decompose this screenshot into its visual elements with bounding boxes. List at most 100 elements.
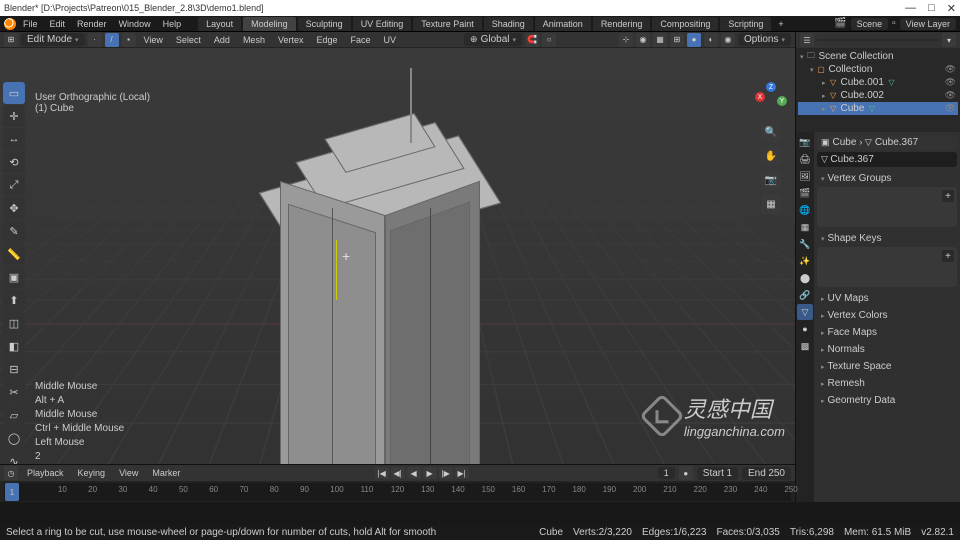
ptab-output[interactable]: 🖨 (797, 151, 813, 167)
gizmo-z-icon[interactable]: Z (766, 82, 776, 92)
ptab-scene[interactable]: 🎬 (797, 185, 813, 201)
tool-move[interactable]: ↔ (3, 128, 25, 150)
gizmo-toggle-icon[interactable]: ⊹ (619, 33, 633, 47)
editor-type-icon[interactable]: ⊞ (4, 33, 18, 47)
workspace-tab-compositing[interactable]: Compositing (652, 17, 718, 31)
panel-vertex-colors[interactable]: ▸Vertex Colors (817, 307, 957, 324)
snap-icon[interactable]: 🧲 (525, 33, 539, 47)
add-icon[interactable]: + (942, 190, 954, 202)
jump-end-icon[interactable]: ▶| (455, 467, 469, 479)
menu-file[interactable]: File (18, 18, 43, 30)
workspace-tab-modeling[interactable]: Modeling (243, 17, 296, 31)
frame-start-field[interactable]: Start 1 (697, 467, 738, 480)
camera-view-icon[interactable]: 📷 (761, 170, 781, 190)
mesh-building[interactable]: + (280, 98, 480, 464)
outliner-filter-icon[interactable]: ▾ (942, 33, 956, 47)
current-frame-field[interactable]: 1 (658, 467, 675, 479)
proportional-icon[interactable]: ○ (542, 33, 556, 47)
visibility-toggle-icon[interactable]: 👁 (945, 64, 956, 75)
shading-rendered-icon[interactable]: ◉ (721, 33, 735, 47)
tl-playback[interactable]: Playback (22, 467, 69, 479)
panel-texture-space[interactable]: ▸Texture Space (817, 358, 957, 375)
tool-bevel[interactable]: ◧ (3, 335, 25, 357)
minimize-button[interactable]: — (905, 2, 916, 15)
vertex-groups-list[interactable]: + (817, 187, 957, 227)
tool-select-box[interactable]: ▭ (3, 82, 25, 104)
menu-window[interactable]: Window (114, 18, 156, 30)
vp-menu-select[interactable]: Select (171, 34, 206, 46)
keyframe-next-icon[interactable]: |▶ (439, 467, 453, 479)
outliner-scene-collection[interactable]: ▾🗀Scene Collection (798, 50, 958, 63)
vp-menu-uv[interactable]: UV (379, 34, 402, 46)
keyframe-prev-icon[interactable]: ◀| (391, 467, 405, 479)
ptab-modifier[interactable]: 🔧 (797, 236, 813, 252)
panel-shape-keys[interactable]: ▾Shape Keys (817, 230, 957, 247)
panel-geometry-data[interactable]: ▸Geometry Data (817, 392, 957, 409)
tl-view[interactable]: View (114, 467, 143, 479)
outliner-item[interactable]: ▸▽Cube.001▽👁 (798, 76, 958, 89)
select-face-icon[interactable]: ▪ (122, 33, 136, 47)
overlay-toggle-icon[interactable]: ◉ (636, 33, 650, 47)
tool-cursor[interactable]: ✛ (3, 105, 25, 127)
viewlayer-selector[interactable]: View Layer (900, 18, 956, 30)
ptab-texture[interactable]: ▩ (797, 338, 813, 354)
tool-polybuild[interactable]: ▱ (3, 404, 25, 426)
xray-icon[interactable]: ▦ (653, 33, 667, 47)
shape-keys-list[interactable]: + (817, 247, 957, 287)
zoom-icon[interactable]: 🔍 (761, 122, 781, 142)
scene-selector[interactable]: Scene (851, 18, 889, 30)
tool-loopcut[interactable]: ⊟ (3, 358, 25, 380)
menu-edit[interactable]: Edit (45, 18, 71, 30)
select-vertex-icon[interactable]: · (88, 33, 102, 47)
options-dropdown[interactable]: Options ▾ (738, 33, 791, 46)
ptab-viewlayer[interactable]: 🖼 (797, 168, 813, 184)
workspace-tab-rendering[interactable]: Rendering (593, 17, 651, 31)
ptab-constraint[interactable]: 🔗 (797, 287, 813, 303)
workspace-add-button[interactable]: + (773, 18, 788, 30)
3d-viewport[interactable]: User Orthographic (Local) (1) Cube + ▭ (0, 48, 795, 464)
menu-render[interactable]: Render (72, 18, 112, 30)
mode-selector[interactable]: Edit Mode ▾ (21, 33, 85, 46)
vp-menu-face[interactable]: Face (346, 34, 376, 46)
menu-help[interactable]: Help (158, 18, 187, 30)
tool-rotate[interactable]: ⟲ (3, 151, 25, 173)
vp-menu-vertex[interactable]: Vertex (273, 34, 309, 46)
tool-addcube[interactable]: ▣ (3, 266, 25, 288)
ptab-world[interactable]: 🌐 (797, 202, 813, 218)
outliner-search[interactable] (817, 39, 939, 41)
vp-menu-add[interactable]: Add (209, 34, 235, 46)
panel-normals[interactable]: ▸Normals (817, 341, 957, 358)
panel-face-maps[interactable]: ▸Face Maps (817, 324, 957, 341)
ptab-particles[interactable]: ✨ (797, 253, 813, 269)
tool-knife[interactable]: ✂ (3, 381, 25, 403)
persp-ortho-icon[interactable]: ▦ (761, 194, 781, 214)
tool-smooth[interactable]: ∿ (3, 450, 25, 464)
timeline-track[interactable]: 1 10203040506070809010011012013014015016… (4, 483, 791, 501)
outliner-item[interactable]: ▸▽Cube.002👁 (798, 89, 958, 102)
panel-vertex-groups[interactable]: ▾Vertex Groups (817, 170, 957, 187)
workspace-tab-animation[interactable]: Animation (535, 17, 591, 31)
gizmo-x-icon[interactable]: X (755, 92, 765, 102)
tool-extrude[interactable]: ⬆ (3, 289, 25, 311)
ptab-mesh-data[interactable]: ▽ (797, 304, 813, 320)
shading-wire-icon[interactable]: ⊞ (670, 33, 684, 47)
select-edge-icon[interactable]: / (105, 33, 119, 47)
tl-keying[interactable]: Keying (73, 467, 111, 479)
panel-remesh[interactable]: ▸Remesh (817, 375, 957, 392)
panel-uv-maps[interactable]: ▸UV Maps (817, 290, 957, 307)
play-icon[interactable]: ▶ (423, 467, 437, 479)
workspace-tab-layout[interactable]: Layout (198, 17, 241, 31)
frame-end-field[interactable]: End 250 (742, 467, 791, 480)
ptab-material[interactable]: ● (797, 321, 813, 337)
autokey-icon[interactable]: ● (679, 466, 693, 480)
timeline-editor-icon[interactable]: ◷ (4, 466, 18, 480)
tool-measure[interactable]: 📏 (3, 243, 25, 265)
add-icon[interactable]: + (942, 250, 954, 262)
vp-menu-edge[interactable]: Edge (311, 34, 342, 46)
visibility-toggle-icon[interactable]: 👁 (945, 103, 956, 114)
orientation-selector[interactable]: ⊕ Global ▾ (464, 33, 522, 46)
tool-scale[interactable]: ⤢ (3, 174, 25, 196)
shading-matprev-icon[interactable]: ◐ (704, 33, 718, 47)
ptab-object[interactable]: ▦ (797, 219, 813, 235)
tool-annotate[interactable]: ✎ (3, 220, 25, 242)
